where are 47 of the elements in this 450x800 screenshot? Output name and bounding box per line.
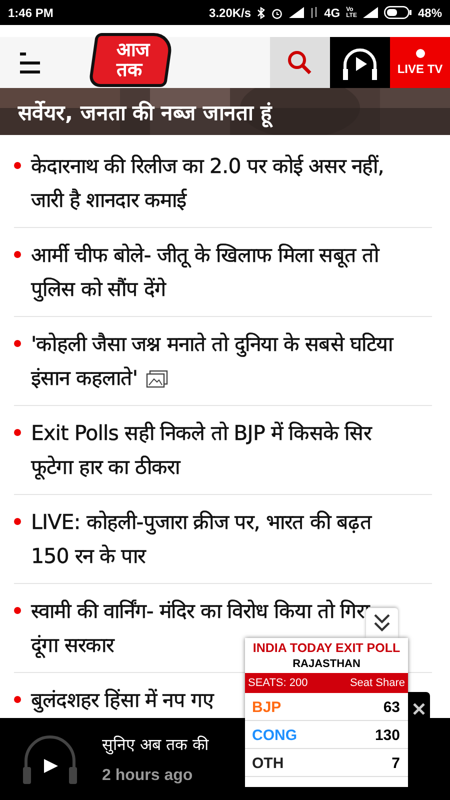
battery-icon (384, 6, 412, 19)
news-headline[interactable]: आर्मी चीफ बोले- जीतू के खिलाफ मिला सबूत तो पुलिस को सौंप देंगे (31, 238, 411, 306)
close-icon (412, 702, 426, 716)
live-tv-button[interactable]: LIVE TV (390, 37, 450, 88)
double-chevron-icon (373, 613, 391, 633)
poll-title: INDIA TODAY EXIT POLL (252, 640, 402, 655)
news-headline[interactable]: Exit Polls सही निकले तो BJP में किसके सिर फूटेगा हार का ठीकरा (31, 416, 411, 484)
search-button[interactable] (270, 37, 330, 88)
battery-percent: 48% (418, 6, 442, 20)
bullet-icon (14, 251, 21, 258)
photo-icon (146, 370, 168, 388)
clock-time: 1:46 PM (8, 6, 54, 20)
audio-title[interactable]: सुनिए अब तक की (102, 733, 208, 755)
signal-icon (362, 7, 378, 18)
logo[interactable]: आज तक (88, 33, 174, 87)
bullet-icon (14, 518, 21, 525)
bullet-icon (14, 340, 21, 347)
audio-button[interactable] (330, 37, 390, 88)
party-name: OTH (252, 755, 284, 772)
bullet-icon (14, 696, 21, 703)
news-headline[interactable]: केदारनाथ की रिलीज का 2.0 पर कोई असर नहीं, जारी है शानदार कमाई (31, 149, 411, 217)
network-type: 4G (324, 6, 340, 20)
signal-icon (289, 7, 304, 18)
audio-time: 2 hours ago (102, 767, 194, 785)
seat-count: 7 (392, 755, 400, 772)
poll-state: RAJASTHAN (292, 657, 362, 672)
party-name: BJP (252, 699, 282, 716)
column-heading: Seat Share (350, 677, 405, 689)
seat-count: 63 (383, 699, 400, 716)
alarm-icon (271, 6, 284, 18)
party-name: CONG (252, 727, 297, 744)
network-speed: 3.20K/s (209, 6, 252, 20)
news-headline[interactable]: बुलंदशहर हिंसा में नप गए (31, 683, 214, 717)
bullet-icon (14, 607, 21, 614)
seats-total: SEATS: 200 (248, 677, 308, 689)
hero-headline[interactable]: सर्वेयर, जनता की नब्ज जानता हूं (18, 98, 272, 126)
news-headline[interactable]: LIVE: कोहली-पुजारा क्रीज पर, भारत की बढ़त 150 रन के पार (31, 505, 411, 573)
data-arrows-icon (310, 7, 318, 18)
menu-icon (18, 50, 42, 74)
close-button[interactable] (408, 692, 430, 718)
bullet-icon (14, 429, 21, 436)
search-icon (287, 50, 313, 76)
seat-count: 130 (374, 727, 400, 744)
news-headline[interactable]: 'कोहली जैसा जश्न मनाते तो दुनिया के सबसे घटिया इंसान कहलाते' (31, 327, 411, 395)
headphones-play-icon (20, 733, 80, 785)
bullet-icon (14, 162, 21, 169)
bluetooth-icon (257, 6, 266, 18)
